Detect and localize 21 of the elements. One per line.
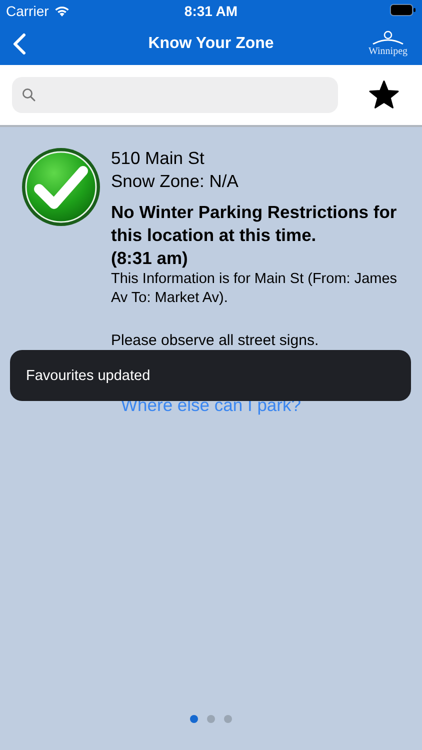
- city-logo: Winnipeg: [366, 30, 410, 57]
- battery-icon: [390, 4, 416, 16]
- checkmark-icon: [21, 147, 101, 227]
- wifi-icon: [54, 5, 70, 17]
- favourites-toast: Favourites updated: [10, 350, 411, 401]
- page-dot[interactable]: [224, 715, 232, 723]
- search-icon: [22, 88, 36, 102]
- notice-text: Please observe all street signs.: [111, 332, 320, 349]
- restriction-headline: No Winter Parking Restrictions for this location at this time.: [111, 201, 398, 247]
- snow-zone-text: Snow Zone: N/A: [111, 170, 240, 193]
- screen-title: Know Your Zone: [147, 34, 275, 52]
- street-info: This Information is for Main St (From: James Av To: Market Av).: [111, 270, 398, 308]
- search-field[interactable]: [12, 77, 338, 113]
- page-dot[interactable]: [190, 715, 198, 723]
- address-text: 510 Main St: [111, 147, 206, 170]
- star-icon[interactable]: [368, 80, 400, 110]
- page-dot[interactable]: [207, 715, 215, 723]
- carrier-label: Carrier: [6, 3, 49, 19]
- status-time: 8:31 AM: [183, 3, 239, 19]
- checked-time: (8:31 am): [111, 247, 189, 270]
- back-icon[interactable]: [12, 32, 26, 54]
